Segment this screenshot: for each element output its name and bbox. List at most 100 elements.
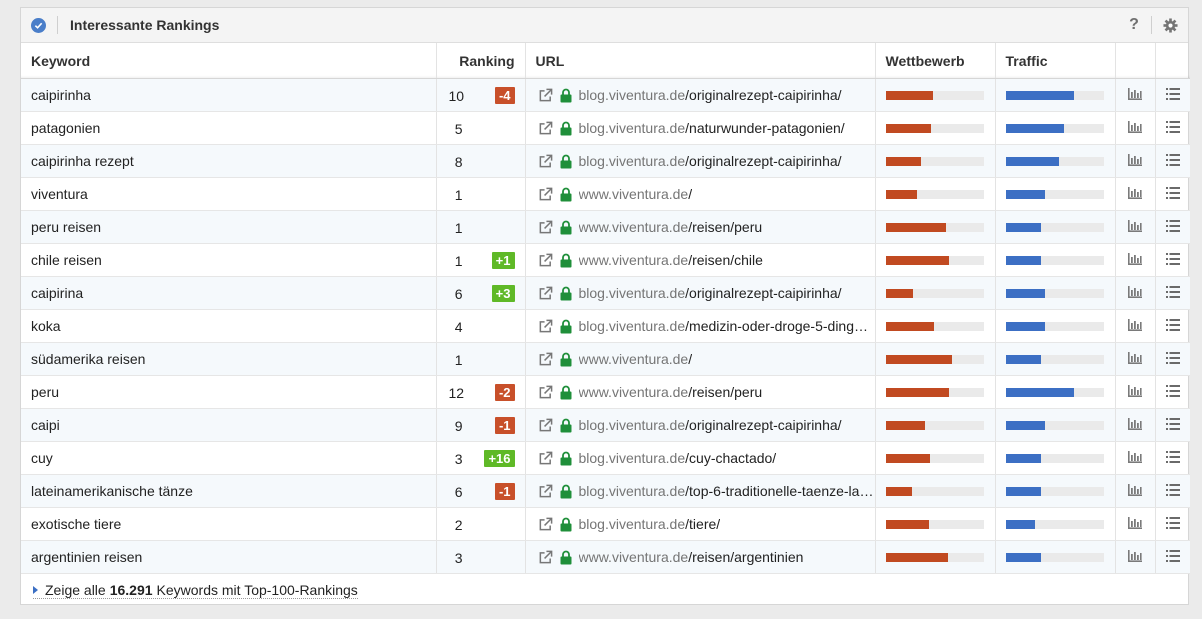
external-link-icon[interactable] — [538, 286, 554, 301]
list-icon[interactable] — [1165, 516, 1180, 532]
bar-chart-icon[interactable] — [1128, 219, 1142, 235]
url-link[interactable]: www.viventura.de/reisen/peru — [579, 219, 763, 235]
bar-chart-icon[interactable] — [1128, 417, 1142, 433]
keyword-cell[interactable]: viventura — [21, 177, 437, 211]
url-link[interactable]: www.viventura.de/reisen/argentinien — [579, 549, 804, 565]
table-row[interactable]: caipirinha 10 -4 blog.viventura.de/origi… — [21, 78, 1190, 112]
keyword-text[interactable]: exotische tiere — [31, 516, 121, 532]
url-path[interactable]: / — [688, 186, 692, 202]
column-header-keyword[interactable]: Keyword — [21, 43, 437, 79]
list-icon[interactable] — [1165, 252, 1180, 268]
keyword-cell[interactable]: argentinien reisen — [21, 540, 437, 574]
url-path[interactable]: /reisen/peru — [688, 384, 762, 400]
url-path[interactable]: / — [688, 351, 692, 367]
bar-chart-icon[interactable] — [1128, 450, 1142, 466]
list-icon[interactable] — [1165, 120, 1180, 136]
url-link[interactable]: blog.viventura.de/originalrezept-caipiri… — [579, 417, 842, 433]
keyword-text[interactable]: südamerika reisen — [31, 351, 145, 367]
external-link-icon[interactable] — [538, 451, 554, 466]
external-link-icon[interactable] — [538, 484, 554, 499]
url-path[interactable]: /originalrezept-caipirinha/ — [685, 285, 841, 301]
url-link[interactable]: blog.viventura.de/naturwunder-patagonien… — [579, 120, 845, 136]
column-header-ranking[interactable]: Ranking — [436, 43, 526, 79]
keyword-cell[interactable]: caipirina — [21, 276, 437, 310]
url-link[interactable]: www.viventura.de/reisen/peru — [579, 384, 763, 400]
url-path[interactable]: /originalrezept-caipirinha/ — [685, 87, 841, 103]
external-link-icon[interactable] — [538, 187, 554, 202]
bar-chart-icon[interactable] — [1128, 516, 1142, 532]
table-row[interactable]: peru reisen 1 www.viventura.de/reisen/pe… — [21, 210, 1190, 244]
url-link[interactable]: www.viventura.de/ — [579, 351, 693, 367]
table-row[interactable]: chile reisen 1 +1 www.viventura.de/reise… — [21, 243, 1190, 277]
keyword-cell[interactable]: peru — [21, 375, 437, 409]
keyword-text[interactable]: koka — [31, 318, 61, 334]
table-row[interactable]: caipi 9 -1 blog.viventura.de/originalrez… — [21, 408, 1190, 442]
keyword-cell[interactable]: patagonien — [21, 111, 437, 145]
keyword-text[interactable]: argentinien reisen — [31, 549, 142, 565]
column-header-competition[interactable]: Wettbewerb — [875, 43, 996, 79]
keyword-text[interactable]: chile reisen — [31, 252, 102, 268]
gear-icon[interactable] — [1162, 17, 1178, 33]
url-link[interactable]: blog.viventura.de/top-6-traditionelle-ta… — [579, 483, 875, 499]
url-link[interactable]: blog.viventura.de/cuy-chactado/ — [579, 450, 777, 466]
url-domain[interactable]: www.viventura.de — [579, 252, 689, 268]
bar-chart-icon[interactable] — [1128, 384, 1142, 400]
keyword-text[interactable]: viventura — [31, 186, 88, 202]
table-row[interactable]: koka 4 blog.viventura.de/medizin-oder-dr… — [21, 309, 1190, 343]
bar-chart-icon[interactable] — [1128, 252, 1142, 268]
bar-chart-icon[interactable] — [1128, 549, 1142, 565]
url-domain[interactable]: blog.viventura.de — [579, 417, 686, 433]
keyword-cell[interactable]: cuy — [21, 441, 437, 475]
url-path[interactable]: /originalrezept-caipirinha/ — [685, 417, 841, 433]
url-domain[interactable]: www.viventura.de — [579, 351, 689, 367]
table-row[interactable]: caipirina 6 +3 blog.viventura.de/origina… — [21, 276, 1190, 310]
url-link[interactable]: blog.viventura.de/originalrezept-caipiri… — [579, 87, 842, 103]
bar-chart-icon[interactable] — [1128, 153, 1142, 169]
list-icon[interactable] — [1165, 186, 1180, 202]
bar-chart-icon[interactable] — [1128, 87, 1142, 103]
url-link[interactable]: blog.viventura.de/originalrezept-caipiri… — [579, 285, 842, 301]
url-domain[interactable]: blog.viventura.de — [579, 120, 686, 136]
external-link-icon[interactable] — [538, 352, 554, 367]
table-row[interactable]: viventura 1 www.viventura.de/ — [21, 177, 1190, 211]
keyword-cell[interactable]: lateinamerikanische tänze — [21, 474, 437, 508]
list-icon[interactable] — [1165, 285, 1180, 301]
table-row[interactable]: lateinamerikanische tänze 6 -1 blog.vive… — [21, 474, 1190, 508]
url-link[interactable]: blog.viventura.de/medizin-oder-droge-5-d… — [579, 318, 875, 334]
url-domain[interactable]: blog.viventura.de — [579, 153, 686, 169]
keyword-cell[interactable]: caipirinha — [21, 78, 437, 112]
external-link-icon[interactable] — [538, 220, 554, 235]
table-row[interactable]: patagonien 5 blog.viventura.de/naturwund… — [21, 111, 1190, 145]
url-path[interactable]: /reisen/argentinien — [688, 549, 803, 565]
list-icon[interactable] — [1165, 417, 1180, 433]
keyword-cell[interactable]: peru reisen — [21, 210, 437, 244]
keyword-text[interactable]: peru reisen — [31, 219, 101, 235]
external-link-icon[interactable] — [538, 253, 554, 268]
list-icon[interactable] — [1165, 87, 1180, 103]
external-link-icon[interactable] — [538, 319, 554, 334]
list-icon[interactable] — [1165, 153, 1180, 169]
list-icon[interactable] — [1165, 318, 1180, 334]
url-domain[interactable]: www.viventura.de — [579, 219, 689, 235]
check-circle-icon[interactable] — [31, 17, 46, 33]
url-path[interactable]: /medizin-oder-droge-5-dinge-die-man-uebe… — [685, 318, 874, 334]
keyword-text[interactable]: caipirina — [31, 285, 83, 301]
list-icon[interactable] — [1165, 549, 1180, 565]
keyword-text[interactable]: peru — [31, 384, 59, 400]
external-link-icon[interactable] — [538, 517, 554, 532]
show-all-keywords-link[interactable]: Zeige alle 16.291 Keywords mit Top-100-R… — [33, 582, 358, 599]
keyword-text[interactable]: cuy — [31, 450, 53, 466]
list-icon[interactable] — [1165, 384, 1180, 400]
table-row[interactable]: caipirinha rezept 8 blog.viventura.de/or… — [21, 144, 1190, 178]
keyword-cell[interactable]: caipi — [21, 408, 437, 442]
external-link-icon[interactable] — [538, 121, 554, 136]
external-link-icon[interactable] — [538, 418, 554, 433]
url-path[interactable]: /originalrezept-caipirinha/ — [685, 153, 841, 169]
keyword-cell[interactable]: exotische tiere — [21, 507, 437, 541]
external-link-icon[interactable] — [538, 154, 554, 169]
table-row[interactable]: cuy 3 +16 blog.viventura.de/cuy-chactado… — [21, 441, 1190, 475]
keyword-cell[interactable]: chile reisen — [21, 243, 437, 277]
external-link-icon[interactable] — [538, 385, 554, 400]
table-row[interactable]: exotische tiere 2 blog.viventura.de/tier… — [21, 507, 1190, 541]
url-domain[interactable]: blog.viventura.de — [579, 450, 686, 466]
